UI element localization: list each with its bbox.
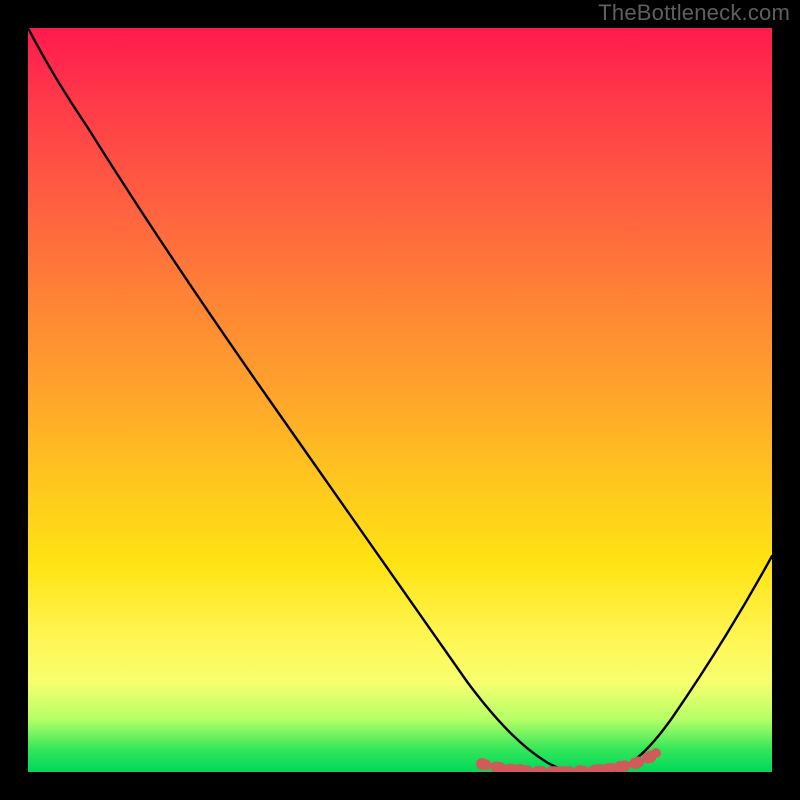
chart-overlay <box>28 28 772 772</box>
plot-area <box>28 28 772 772</box>
watermark-text: TheBottleneck.com <box>598 0 790 26</box>
main-curve <box>28 28 772 772</box>
chart-frame: TheBottleneck.com <box>0 0 800 800</box>
bottom-marker-stroke <box>482 754 654 772</box>
